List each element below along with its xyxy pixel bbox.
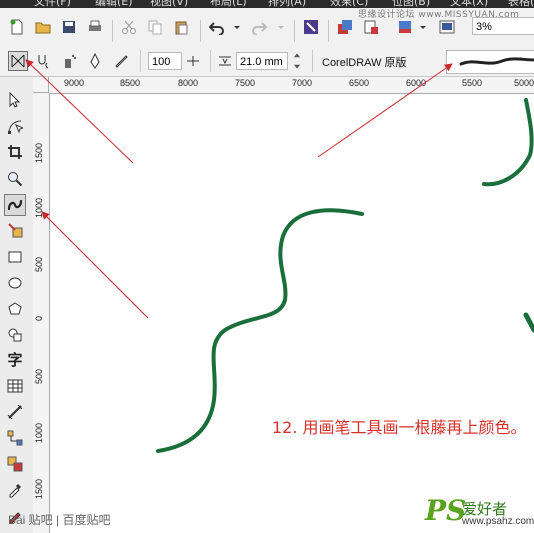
shape-tool-icon[interactable]	[4, 116, 26, 138]
ruler-tick: 6000	[405, 78, 427, 88]
calligraphic-mode-icon[interactable]	[86, 52, 104, 70]
tutorial-caption: 12. 用画笔工具画一根藤再上颜色。	[272, 418, 527, 437]
width-spinner-icon[interactable]	[290, 50, 304, 72]
toolbox: 字	[0, 77, 34, 533]
smoothing-field[interactable]: 100	[148, 52, 182, 70]
ruler-tick: 8500	[119, 78, 141, 88]
ruler-tick: 500	[34, 369, 44, 385]
application-launcher-icon[interactable]	[396, 18, 414, 36]
brush-stroke-preview-icon	[459, 57, 534, 66]
menu-file[interactable]: 文件(F)	[34, 0, 71, 8]
vertical-ruler[interactable]: 1500 1000 500 0 500 1000 1500	[33, 93, 50, 533]
ruler-tick: 1000	[34, 423, 44, 444]
launcher-dropdown-icon[interactable]	[414, 18, 432, 36]
preset-brush-mode-icon[interactable]	[8, 51, 28, 71]
text-tool-icon[interactable]: 字	[4, 348, 26, 370]
basic-shapes-tool-icon[interactable]	[4, 323, 26, 345]
drawing-canvas[interactable]	[50, 94, 534, 533]
ruler-tick: 1500	[34, 143, 44, 164]
ruler-tick: 7500	[234, 78, 256, 88]
horizontal-ruler[interactable]: 9000 8500 8000 7500 7000 6500 6000 5500 …	[50, 77, 534, 94]
interactive-blend-tool-icon[interactable]	[4, 453, 26, 475]
menu-view[interactable]: 视图(V)	[150, 0, 188, 8]
brush-mode-icon[interactable]	[34, 52, 52, 70]
ruler-tick: 5000	[513, 78, 534, 88]
stroke-width-icon[interactable]	[216, 52, 234, 70]
stroke-width-field[interactable]: 21.0 mm	[236, 52, 288, 70]
watermark-top: 思缘设计论坛 www.MISSYUAN.com	[358, 10, 520, 20]
smart-fill-tool-icon[interactable]	[4, 219, 26, 241]
pressure-mode-icon[interactable]	[112, 52, 130, 70]
cut-icon[interactable]	[120, 18, 138, 36]
property-bar: 100 21.0 mm CorelDRAW 原版	[0, 46, 534, 77]
zoom-tool-icon[interactable]	[4, 168, 26, 190]
ellipse-tool-icon[interactable]	[4, 272, 26, 294]
new-document-icon[interactable]	[8, 18, 26, 36]
rectangle-tool-icon[interactable]	[4, 246, 26, 268]
preset-stroke-list[interactable]	[446, 50, 534, 74]
baidu-watermark: Bai 贴吧 | 百度贴吧	[8, 513, 111, 527]
undo-dropdown-icon[interactable]	[228, 18, 246, 36]
undo-icon[interactable]	[208, 18, 226, 36]
pick-tool-icon[interactable]	[4, 89, 26, 111]
connector-tool-icon[interactable]	[4, 427, 26, 449]
save-icon[interactable]	[60, 18, 78, 36]
polygon-tool-icon[interactable]	[4, 298, 26, 320]
open-folder-icon[interactable]	[34, 18, 52, 36]
ruler-tick: 8000	[177, 78, 199, 88]
ruler-tick: 1000	[34, 198, 44, 219]
export-icon[interactable]	[336, 18, 354, 36]
redo-dropdown-icon[interactable]	[272, 18, 290, 36]
ruler-tick: 1500	[34, 479, 44, 500]
artistic-media-tool-icon[interactable]	[4, 194, 26, 216]
dimension-tool-icon[interactable]	[4, 401, 26, 423]
ruler-tick: 0	[34, 316, 44, 322]
paste-icon[interactable]	[172, 18, 190, 36]
welcome-screen-icon[interactable]	[438, 18, 456, 36]
print-icon[interactable]	[86, 18, 104, 36]
menu-layout[interactable]: 布局(L)	[210, 0, 247, 8]
ruler-tick: 9000	[63, 78, 85, 88]
import-icon[interactable]	[302, 18, 320, 36]
table-tool-icon[interactable]	[4, 375, 26, 397]
ruler-tick: 6500	[348, 78, 370, 88]
ruler-tick: 5500	[461, 78, 483, 88]
menu-arrange[interactable]: 排列(A)	[268, 0, 306, 8]
ruler-tick: 7000	[291, 78, 313, 88]
eyedropper-tool-icon[interactable]	[4, 479, 26, 501]
crop-tool-icon[interactable]	[4, 141, 26, 163]
site-url: www.psahz.com	[462, 516, 534, 527]
ps-logo: PS	[425, 494, 467, 527]
ruler-tick: 500	[34, 257, 44, 273]
copy-icon[interactable]	[146, 18, 164, 36]
smoothing-slider-icon[interactable]	[184, 52, 202, 70]
sprayer-mode-icon[interactable]	[60, 52, 78, 70]
menu-edit[interactable]: 编辑(E)	[95, 0, 133, 8]
ruler-origin-icon[interactable]	[33, 77, 49, 93]
publish-pdf-icon[interactable]	[362, 18, 380, 36]
redo-icon[interactable]	[250, 18, 268, 36]
preset-name-label[interactable]: CorelDRAW 原版	[322, 54, 407, 70]
